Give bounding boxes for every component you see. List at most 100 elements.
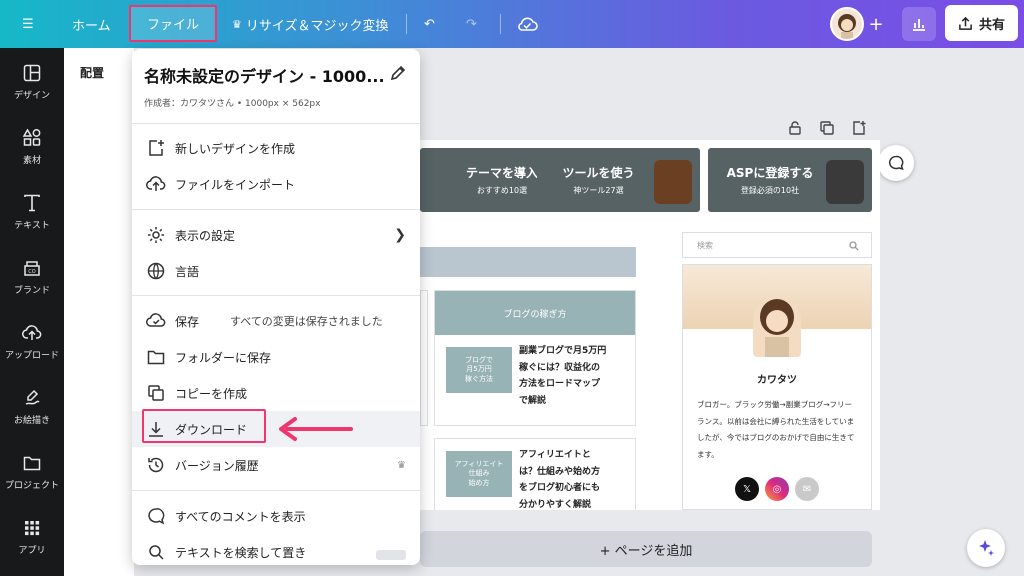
menu-item-view-settings[interactable]: 表示の設定 ❯ <box>132 217 420 253</box>
menu-label: 言語 <box>175 264 200 279</box>
resize-magic-button[interactable]: ♛ リサイズ＆マジック変換 <box>232 0 389 48</box>
post-thumb-text: ブログで 月5万円 稼ぐ方法 <box>465 356 493 383</box>
comment-icon <box>148 508 165 525</box>
menu-divider <box>132 295 420 296</box>
rail-item-elements[interactable]: 素材 <box>0 119 64 175</box>
design-canvas[interactable]: テーマを導入 おすすめ10選 ツールを使う 神ツール27選 ASPに登録する 登… <box>420 140 880 510</box>
menu-item-show-comments[interactable]: すべてのコメントを表示 <box>132 498 420 534</box>
menu-item-language[interactable]: 言語 <box>132 253 420 289</box>
user-avatar[interactable] <box>830 7 864 41</box>
share-upload-icon <box>959 16 972 30</box>
column-heading: ブログの稼ぎ方 <box>435 291 635 335</box>
menu-label: 新しいデザインを作成 <box>175 141 296 156</box>
cloud-check-icon <box>146 313 166 327</box>
design-meta: 作成者：カワタツさん • 1000px × 562px <box>144 99 321 109</box>
rail-label: プロジェクト <box>4 481 59 491</box>
add-collaborator-icon[interactable]: + <box>864 10 888 38</box>
profile-avatar <box>753 297 801 357</box>
menu-item-new-design[interactable]: 新しいデザインを作成 <box>132 130 420 166</box>
menu-label: ファイルをインポート <box>175 177 296 192</box>
undo-icon[interactable]: ↶ <box>424 0 435 48</box>
download-highlight-box <box>142 409 266 443</box>
menu-label: フォルダーに保存 <box>175 350 272 365</box>
crown-icon: ♛ <box>397 459 406 471</box>
rail-item-projects[interactable]: プロジェクト <box>0 444 64 500</box>
add-page-button[interactable]: + ページを追加 <box>420 531 872 567</box>
gear-icon <box>148 227 164 243</box>
post-thumb-text: アフィリエイト 仕組み 始め方 <box>454 460 504 487</box>
layout-icon <box>23 64 41 82</box>
menu-item-version-history[interactable]: バージョン履歴 ♛ <box>132 447 420 483</box>
top-bar: ☰ ホーム ファイル ♛ リサイズ＆マジック変換 ↶ ↷ + 共有 <box>0 0 1024 48</box>
home-link[interactable]: ホーム <box>72 0 111 48</box>
globe-icon <box>147 262 165 280</box>
upload-icon <box>22 325 42 340</box>
social-links: 𝕏 ◎ ✉ <box>735 477 819 501</box>
rail-item-brand[interactable]: CO ブランド <box>0 249 64 305</box>
menu-divider <box>132 209 420 210</box>
profile-card: カワタツ ブロガー。ブラック労働→副業ブログ→フリーランス。以前は会社に縛られた… <box>682 264 872 510</box>
rail-label: 素材 <box>22 156 41 166</box>
rail-label: アプリ <box>18 546 46 556</box>
post-title: アフィリエイトと は？仕組みや始め方 をブログ初心者にも 分かりやすく解説 <box>519 450 601 510</box>
section-strip <box>420 247 636 277</box>
share-button[interactable]: 共有 <box>945 5 1018 41</box>
wolf-illustration <box>826 160 864 204</box>
menu-label: テキストを検索して置き <box>175 545 307 560</box>
insights-chart-icon[interactable] <box>902 7 936 41</box>
pencil-edit-icon[interactable] <box>388 63 408 83</box>
menu-item-import[interactable]: ファイルをインポート <box>132 166 420 202</box>
page-tools <box>787 120 867 136</box>
lock-icon[interactable] <box>787 120 803 136</box>
post-title: 副業ブログで月5万円 稼ぐには？収益化の 方法をロードマップ で解説 <box>519 346 607 406</box>
duplicate-page-icon[interactable] <box>819 120 835 136</box>
shapes-icon <box>22 128 41 146</box>
design-title[interactable]: 名称未設定のデザイン - 1000... <box>144 63 385 87</box>
menu-label: バージョン履歴 <box>175 458 259 473</box>
menu-divider <box>132 490 420 491</box>
search-replace-icon <box>149 545 164 560</box>
new-design-icon <box>149 140 164 156</box>
profile-name: カワタツ <box>757 375 797 386</box>
rail-item-draw[interactable]: お絵描き <box>0 379 64 435</box>
search-icon <box>849 241 859 251</box>
file-menu-button[interactable]: ファイル <box>129 5 217 42</box>
rail-item-upload[interactable]: アップロード <box>0 314 64 370</box>
redo-icon[interactable]: ↷ <box>466 0 477 48</box>
menu-divider <box>132 123 420 124</box>
rail-item-apps[interactable]: アプリ <box>0 509 64 565</box>
cloud-saved-icon[interactable] <box>516 0 538 48</box>
hamburger-menu-icon[interactable]: ☰ <box>22 0 46 48</box>
instagram-icon: ◎ <box>765 477 789 501</box>
add-comment-icon[interactable] <box>878 145 914 181</box>
svg-text:CO: CO <box>28 269 35 275</box>
menu-item-find-replace[interactable]: テキストを検索して置き <box>132 534 420 565</box>
x-social-icon: 𝕏 <box>735 477 759 501</box>
rail-label: アップロード <box>4 351 59 361</box>
rail-item-design[interactable]: デザイン <box>0 54 64 110</box>
toolbar-divider <box>406 14 407 34</box>
draw-icon <box>25 389 40 405</box>
menu-item-save-to-folder[interactable]: フォルダーに保存 <box>132 339 420 375</box>
position-tab[interactable]: 配置 <box>80 64 104 81</box>
post-thumbnail: ブログで 月5万円 稼ぐ方法 <box>446 347 512 393</box>
menu-label: すべてのコメントを表示 <box>175 509 306 524</box>
chevron-right-icon: ❯ <box>394 227 406 243</box>
folder-icon <box>147 350 165 365</box>
add-page-icon[interactable] <box>851 120 867 136</box>
post-thumbnail: アフィリエイト 仕組み 始め方 <box>446 451 512 497</box>
pink-arrow-annotation <box>279 417 353 441</box>
history-icon <box>148 457 164 473</box>
menu-label: 保存 <box>175 314 200 329</box>
resize-label: リサイズ＆マジック変換 <box>245 18 389 34</box>
menu-item-make-copy[interactable]: コピーを作成 <box>132 375 420 411</box>
column-box: アフィリエイト 仕組み 始め方 アフィリエイトと は？仕組みや始め方 をブログ初… <box>434 438 636 510</box>
sidebar-search: 検索 <box>682 232 872 258</box>
folder-icon <box>23 456 41 471</box>
brand-icon: CO <box>24 261 40 276</box>
magic-sparkle-icon[interactable] <box>967 529 1005 567</box>
menu-item-save[interactable]: 保存 すべての変更は保存されました <box>132 303 420 339</box>
apps-icon <box>25 521 40 536</box>
rail-item-text[interactable]: テキスト <box>0 184 64 240</box>
banner-asp: ASPに登録する 登録必須の10社 <box>708 148 872 212</box>
